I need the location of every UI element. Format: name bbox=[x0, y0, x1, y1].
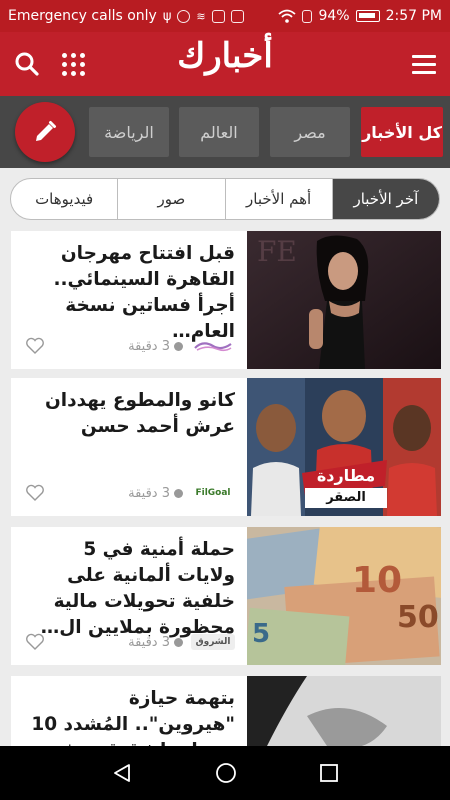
article-text: كانو والمطوع يهددان عرش أحمد حسن 3 دقيقة… bbox=[11, 378, 247, 516]
article-text: حملة أمنية في 5 ولايات ألمانية على خلفية… bbox=[11, 527, 247, 665]
news-app-icon-2 bbox=[230, 9, 244, 23]
article-image: 10 50 5 bbox=[247, 527, 441, 665]
wifi-icon bbox=[278, 9, 297, 23]
pencil-icon bbox=[36, 121, 56, 141]
article-time: 3 دقيقة bbox=[128, 486, 183, 501]
news-app-icon bbox=[211, 9, 225, 23]
back-icon[interactable] bbox=[111, 762, 133, 784]
article-meta: 3 دقيقة الشروق bbox=[25, 631, 235, 653]
article-image: FE bbox=[247, 231, 441, 369]
filter-tab-videos[interactable]: فيديوهات bbox=[11, 179, 119, 219]
article-title[interactable]: كانو والمطوع يهددان عرش أحمد حسن bbox=[25, 388, 235, 440]
app-logo: أخبارك bbox=[177, 36, 274, 76]
battery-icon bbox=[355, 10, 380, 22]
article-card[interactable]: قبل افتتاح مهرجان القاهرة السينمائي.. أج… bbox=[11, 231, 441, 369]
svg-text:50: 50 bbox=[397, 600, 439, 635]
wifi-small-icon: ≋ bbox=[196, 9, 206, 23]
system-nav-bar bbox=[0, 746, 450, 800]
heart-icon[interactable] bbox=[25, 633, 45, 651]
clock-time: 2:57 PM bbox=[385, 8, 442, 24]
article-meta: 3 دقيقة FilGoal bbox=[25, 482, 235, 504]
article-meta: 3 دقيقة bbox=[25, 335, 235, 357]
search-icon[interactable] bbox=[14, 51, 40, 77]
battery-percent: 94% bbox=[318, 8, 350, 24]
shorouk-logo-icon: الشروق bbox=[191, 634, 235, 650]
status-bar: Emergency calls only ψ ≋ 94% 2:57 PM bbox=[0, 0, 450, 32]
filter-tab-latest-news[interactable]: آخر الأخبار bbox=[332, 179, 439, 219]
svg-text:FE: FE bbox=[257, 235, 297, 268]
svg-text:10: 10 bbox=[352, 560, 402, 601]
app-bar: أخبارك bbox=[0, 32, 450, 96]
heart-icon[interactable] bbox=[25, 484, 45, 502]
apps-grid-icon[interactable] bbox=[62, 52, 85, 76]
actress-red-carpet-photo[interactable]: FE bbox=[247, 231, 441, 369]
svg-text:5: 5 bbox=[252, 619, 270, 649]
article-card[interactable]: حملة أمنية في 5 ولايات ألمانية على خلفية… bbox=[11, 527, 441, 665]
carrier-text: Emergency calls only bbox=[8, 8, 157, 24]
clock-icon bbox=[174, 637, 183, 647]
usb-icon: ψ bbox=[162, 8, 172, 24]
home-icon[interactable] bbox=[215, 762, 237, 784]
image-badge: مطاردة bbox=[316, 466, 376, 485]
article-card[interactable]: كانو والمطوع يهددان عرش أحمد حسن 3 دقيقة… bbox=[11, 378, 441, 516]
category-tab-egypt[interactable]: مصر bbox=[270, 107, 350, 157]
compose-button[interactable] bbox=[15, 102, 75, 162]
category-bar: الرياضة العالم مصر كل الأخبار bbox=[0, 96, 450, 168]
euro-banknotes-photo[interactable]: 10 50 5 bbox=[247, 527, 441, 665]
heart-icon[interactable] bbox=[25, 337, 45, 355]
category-tab-world[interactable]: العالم bbox=[179, 107, 259, 157]
recents-icon[interactable] bbox=[319, 763, 339, 783]
clock-icon bbox=[174, 341, 183, 351]
notification-icon bbox=[177, 9, 191, 23]
hamburger-menu-icon[interactable] bbox=[412, 54, 436, 74]
article-title[interactable]: حملة أمنية في 5 ولايات ألمانية على خلفية… bbox=[25, 537, 235, 641]
filter-tab-photos[interactable]: صور bbox=[118, 179, 226, 219]
category-tab-all-news[interactable]: كل الأخبار bbox=[361, 107, 443, 157]
article-text: قبل افتتاح مهرجان القاهرة السينمائي.. أج… bbox=[11, 231, 247, 369]
clock-icon bbox=[174, 488, 183, 498]
screen: Emergency calls only ψ ≋ 94% 2:57 PM أخب… bbox=[0, 0, 450, 800]
article-time: 3 دقيقة bbox=[128, 635, 183, 650]
filter-tabs: فيديوهات صور أهم الأخبار آخر الأخبار bbox=[10, 178, 440, 220]
article-time: 3 دقيقة bbox=[128, 339, 183, 354]
sim-icon bbox=[302, 9, 313, 23]
image-caption: الصقر bbox=[305, 488, 387, 508]
filgoal-logo-icon: FilGoal bbox=[195, 488, 231, 498]
source-logo-icon bbox=[194, 342, 232, 352]
filter-tab-top-news[interactable]: أهم الأخبار bbox=[226, 179, 333, 219]
football-players-collage-photo[interactable]: مطاردة الصقر bbox=[247, 378, 441, 516]
article-title[interactable]: قبل افتتاح مهرجان القاهرة السينمائي.. أج… bbox=[25, 241, 235, 345]
category-tab-sports[interactable]: الرياضة bbox=[89, 107, 169, 157]
